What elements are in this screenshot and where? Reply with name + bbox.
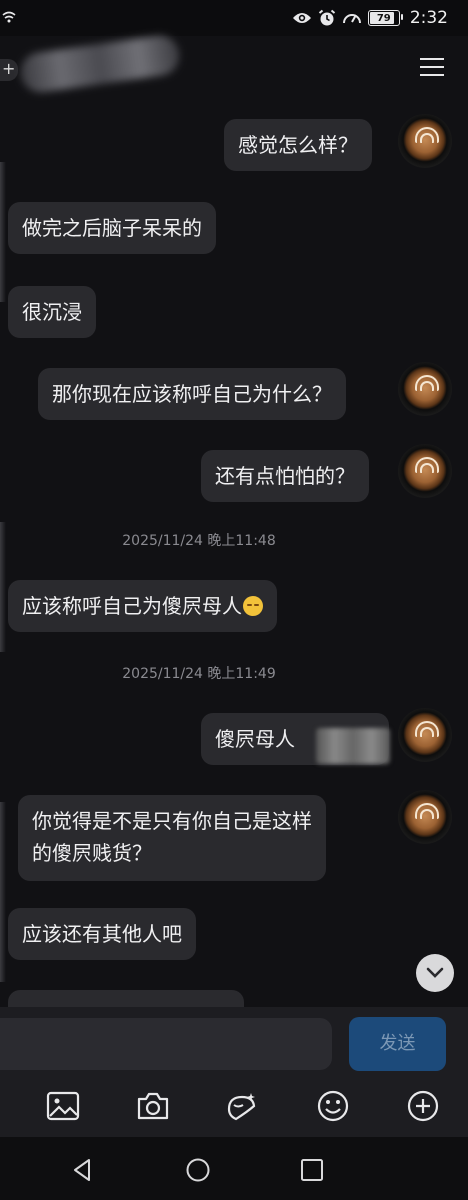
edge-shadow [0,162,6,302]
battery-level: 79 [376,12,391,24]
avatar[interactable] [398,708,452,762]
status-bar: 79 2:32 [0,0,468,36]
send-button[interactable]: 发送 [349,1017,446,1071]
camera-icon[interactable] [136,1089,170,1123]
chevron-down-icon [426,967,444,978]
message-input[interactable] [0,1018,332,1070]
scroll-to-bottom-button[interactable] [416,954,454,992]
message-bubble-incoming[interactable]: 应该称呼自己为傻屄母人 [8,580,277,632]
alarm-icon [318,9,335,26]
relieved-face-emoji [243,596,263,616]
message-text: 傻屄母人 [215,727,295,751]
battery-icon: 79 [367,10,403,26]
avatar[interactable] [398,114,452,168]
message-bubble-incoming[interactable]: 做完之后脑子呆呆的 [8,202,216,254]
chat-header: + [0,33,468,102]
image-icon[interactable] [46,1089,80,1123]
message-bubble-incoming-partial[interactable] [8,990,244,1007]
home-circle-icon[interactable] [185,1157,211,1183]
avatar[interactable] [398,444,452,498]
message-timestamp: 2025/11/24 晚上11:49 [122,666,276,682]
sticker-icon[interactable] [225,1089,259,1123]
input-bar: 发送 [0,1007,468,1077]
input-toolbar [0,1077,468,1137]
message-bubble-outgoing[interactable]: 还有点怕怕的？ [201,450,369,502]
message-bubble-outgoing[interactable]: 那你现在应该称呼自己为什么？ [38,368,346,420]
emoji-icon[interactable] [316,1089,350,1123]
message-timestamp: 2025/11/24 晚上11:48 [122,533,276,549]
message-text-line: 你觉得是不是只有你自己是这样 [32,809,312,833]
back-button[interactable]: + [0,59,18,81]
avatar[interactable] [398,362,452,416]
plus-circle-icon[interactable] [406,1089,440,1123]
message-list[interactable]: 感觉怎么样？ 做完之后脑子呆呆的 很沉浸 那你现在应该称呼自己为什么？ 还有点怕… [0,102,468,1007]
message-text-line: 的傻屄贱货？ [32,841,152,865]
edge-shadow [0,802,6,982]
back-triangle-icon[interactable] [70,1157,96,1183]
message-text: 应该称呼自己为傻屄母人 [22,594,242,618]
eye-icon [292,13,311,23]
recents-square-icon[interactable] [299,1157,325,1183]
message-bubble-incoming[interactable]: 很沉浸 [8,286,96,338]
contact-name-redacted [17,33,183,95]
message-bubble-incoming[interactable]: 应该还有其他人吧 [8,908,196,960]
message-bubble-outgoing[interactable]: 感觉怎么样？ [224,119,372,171]
menu-icon[interactable] [420,58,444,78]
clock: 2:32 [409,8,448,28]
avatar[interactable] [398,790,452,844]
speedometer-icon [342,14,361,24]
system-navigation-bar [0,1137,468,1200]
redaction-smear [316,728,390,764]
message-bubble-outgoing[interactable]: 你觉得是不是只有你自己是这样 的傻屄贱货？ [18,795,326,881]
wifi-icon [2,11,16,23]
